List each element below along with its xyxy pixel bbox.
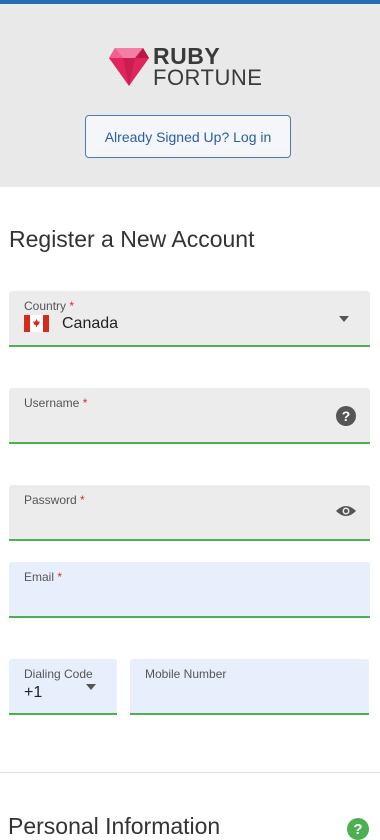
login-button[interactable]: Already Signed Up? Log in — [85, 115, 291, 158]
chevron-down-icon[interactable] — [86, 684, 96, 690]
password-field[interactable]: Password * — [9, 485, 370, 541]
help-icon[interactable]: ? — [347, 818, 369, 840]
personal-information-title: Personal Information — [8, 813, 221, 839]
dialing-code-label: Dialing Code — [24, 667, 93, 681]
dialing-code-select[interactable]: Dialing Code +1 — [9, 659, 117, 715]
dialing-code-value: +1 — [24, 684, 43, 701]
ruby-fortune-logo[interactable]: RUBY FORTUNE — [109, 44, 274, 94]
username-label: Username * — [24, 396, 88, 410]
password-label: Password * — [24, 493, 85, 507]
logo-text-fortune: FORTUNE — [153, 65, 263, 90]
help-icon[interactable]: ? — [336, 406, 356, 426]
country-value: Canada — [62, 315, 119, 332]
section-divider — [0, 772, 380, 773]
chevron-down-icon[interactable] — [339, 316, 349, 322]
eye-icon[interactable] — [335, 504, 357, 518]
ruby-gem-icon — [109, 48, 149, 86]
mobile-number-label: Mobile Number — [145, 667, 227, 681]
country-label: Country * — [24, 299, 75, 313]
canada-flag-icon — [24, 315, 49, 332]
mobile-number-field[interactable]: Mobile Number — [130, 659, 369, 715]
country-select[interactable]: Country * Canada — [9, 291, 370, 347]
username-field[interactable]: Username * ? — [9, 388, 370, 444]
page-title: Register a New Account — [9, 226, 255, 252]
email-field[interactable]: Email * — [9, 562, 370, 618]
header: RUBY FORTUNE Already Signed Up? Log in — [0, 4, 380, 187]
email-label: Email * — [24, 570, 63, 584]
